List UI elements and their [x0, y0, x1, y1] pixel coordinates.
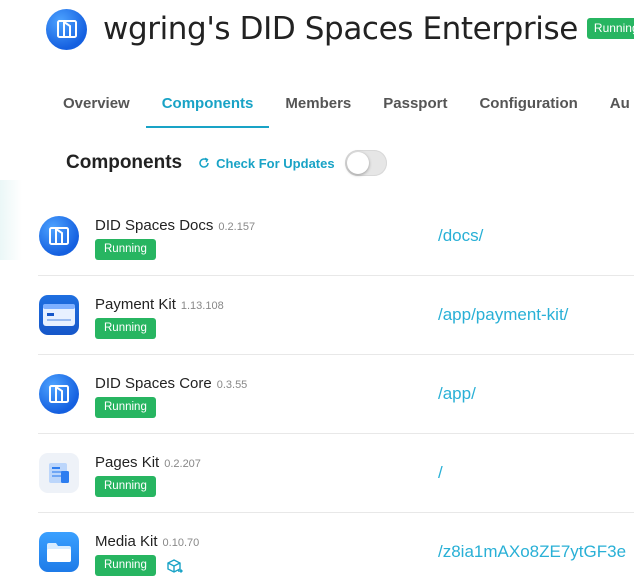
- refresh-icon: [198, 157, 210, 169]
- component-mount-path-link[interactable]: /app/payment-kit/: [438, 305, 568, 325]
- component-name: DID Spaces Core: [95, 375, 212, 392]
- check-updates-button[interactable]: Check For Updates: [198, 155, 335, 171]
- component-version: 0.3.55: [216, 379, 248, 391]
- tab-bar: Overview Components Members Passport Con…: [47, 82, 634, 128]
- component-status-badge: Running: [95, 318, 156, 339]
- component-version: 0.10.70: [162, 537, 200, 549]
- did-spaces-icon: [39, 216, 79, 256]
- component-name-line: Pages Kit 0.2.207: [95, 454, 201, 472]
- did-spaces-icon: [39, 374, 79, 414]
- component-mount-path-link[interactable]: /docs/: [438, 226, 483, 246]
- tab-configuration[interactable]: Configuration: [463, 82, 593, 128]
- component-version: 1.13.108: [180, 300, 224, 312]
- tab-members[interactable]: Members: [269, 82, 367, 128]
- app-title: wgring's DID Spaces Enterprise: [103, 11, 578, 47]
- package-update-icon[interactable]: [166, 558, 184, 581]
- component-mount-path-link[interactable]: /: [438, 463, 443, 483]
- components-list: DID Spaces Docs 0.2.157 Running /docs/ Pa…: [38, 197, 634, 586]
- component-status-badge: Running: [95, 397, 156, 418]
- component-name: Payment Kit: [95, 296, 176, 313]
- component-name: DID Spaces Docs: [95, 217, 214, 234]
- component-row[interactable]: Payment Kit 1.13.108 Running /app/payment…: [38, 276, 634, 355]
- app-status-badge: Running: [586, 17, 634, 39]
- payment-kit-icon: [39, 295, 79, 335]
- media-kit-icon: [39, 532, 79, 572]
- component-row[interactable]: DID Spaces Core 0.3.55 Running /app/: [38, 355, 634, 434]
- auto-update-toggle[interactable]: [344, 150, 387, 176]
- component-name-line: DID Spaces Core 0.3.55: [95, 375, 247, 393]
- component-name-line: DID Spaces Docs 0.2.157: [95, 217, 255, 235]
- component-row[interactable]: DID Spaces Docs 0.2.157 Running /docs/: [38, 197, 634, 276]
- component-version: 0.2.207: [164, 458, 201, 470]
- component-name-line: Media Kit 0.10.70: [95, 533, 199, 551]
- component-status-badge: Running: [95, 476, 156, 497]
- tab-passport[interactable]: Passport: [367, 82, 463, 128]
- component-mount-path-link[interactable]: /app/: [438, 384, 476, 404]
- component-row[interactable]: Pages Kit 0.2.207 Running /: [38, 434, 634, 513]
- side-decoration: [0, 180, 22, 260]
- component-name: Media Kit: [95, 533, 158, 550]
- component-row[interactable]: Media Kit 0.10.70 Running /z8ia1mAXo8ZE7y…: [38, 513, 634, 586]
- component-status-badge: Running: [95, 555, 156, 576]
- component-version: 0.2.157: [218, 221, 256, 233]
- component-status-badge: Running: [95, 239, 156, 260]
- components-heading: Components: [66, 152, 183, 173]
- app-header: wgring's DID Spaces Enterprise Running: [46, 8, 634, 50]
- component-mount-path-link[interactable]: /z8ia1mAXo8ZE7ytGF3e: [438, 542, 626, 562]
- check-updates-label: Check For Updates: [216, 155, 335, 171]
- component-name-line: Payment Kit 1.13.108: [95, 296, 224, 314]
- tab-components[interactable]: Components: [145, 82, 270, 128]
- pages-kit-icon: [39, 453, 79, 493]
- component-name: Pages Kit: [95, 454, 160, 471]
- tab-overview[interactable]: Overview: [47, 82, 146, 128]
- tab-audit[interactable]: Au: [594, 82, 634, 128]
- did-spaces-logo-icon: [46, 8, 87, 50]
- components-toolbar: Components Check For Updates: [66, 148, 387, 178]
- toggle-knob: [346, 152, 369, 174]
